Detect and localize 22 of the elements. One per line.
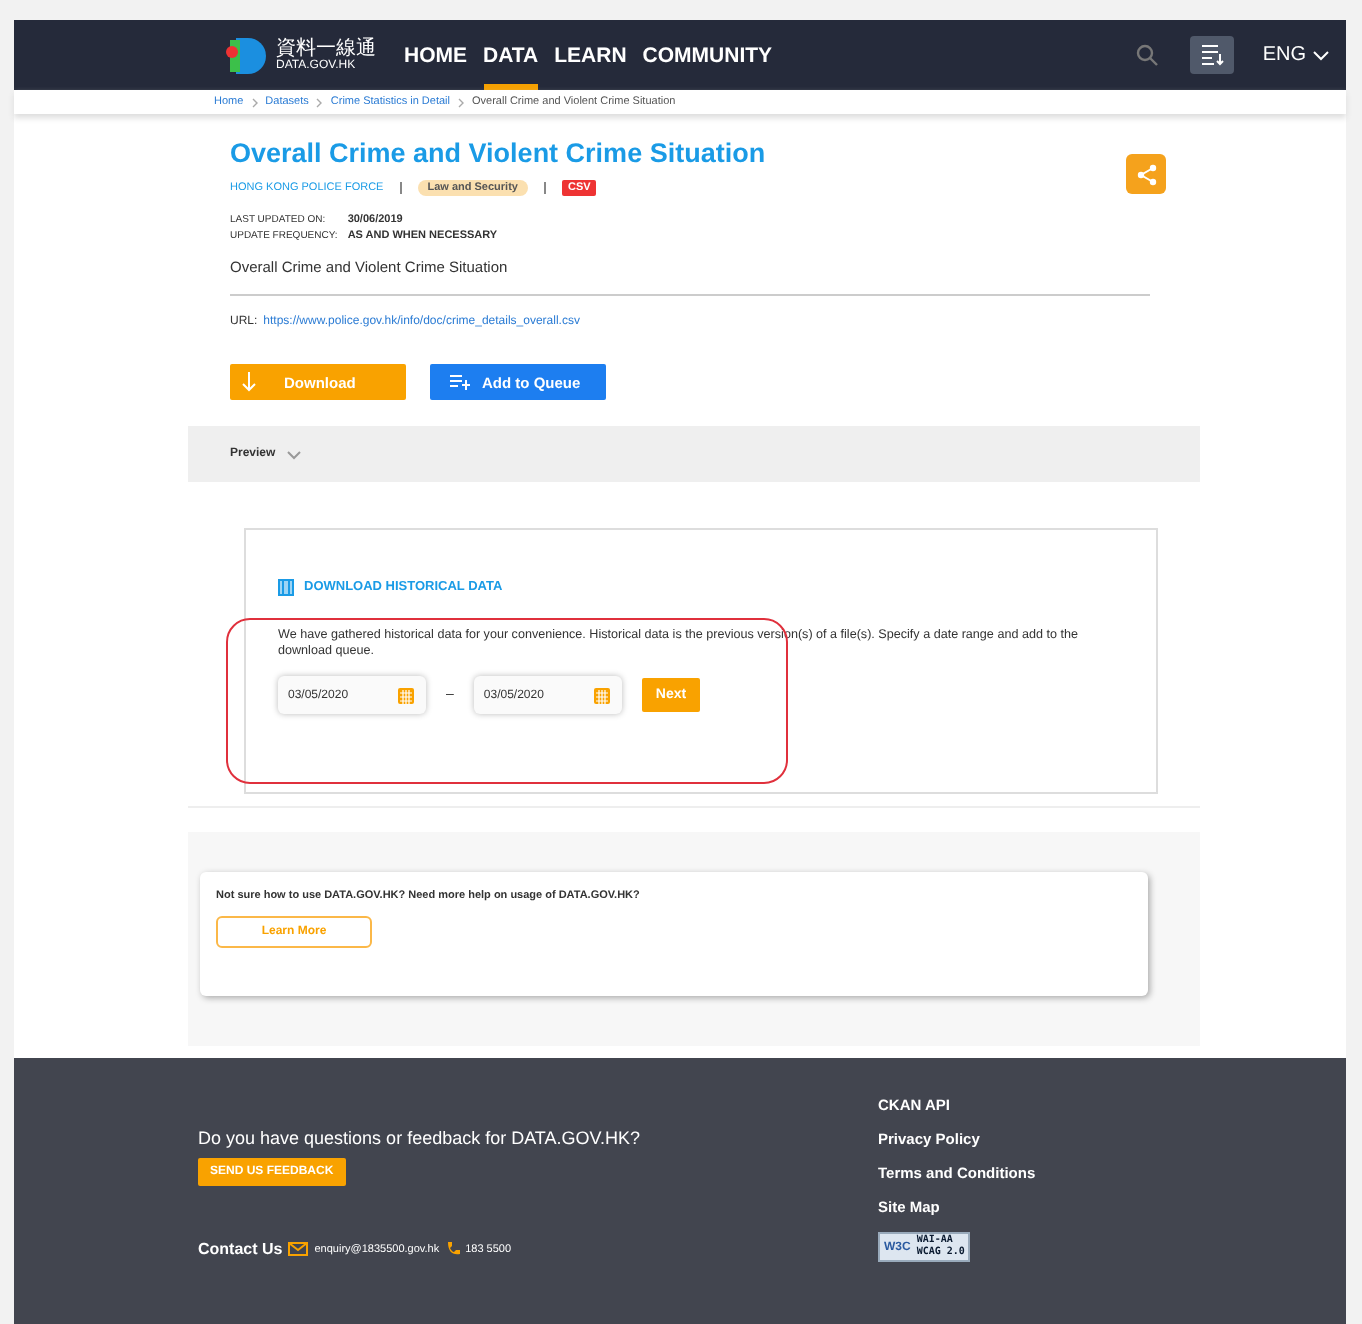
logo-text[interactable]: 資料一線通 (276, 38, 376, 60)
nav-tab[interactable]: LEARN (554, 20, 627, 90)
language-menu[interactable]: ENG (1262, 44, 1330, 66)
download-queue-button[interactable] (1190, 36, 1235, 74)
phone-icon (445, 1242, 460, 1256)
add-to-list-icon[interactable] (450, 374, 470, 390)
chevron-right-icon (251, 97, 258, 107)
download-arrow-icon[interactable] (242, 372, 256, 392)
chevron-right-icon (316, 97, 323, 107)
feedback-question: Do you have questions or feedback for DATA.GOV.HK? (198, 1128, 642, 1148)
search-icon[interactable] (1136, 44, 1159, 66)
list-download-icon[interactable] (1200, 44, 1225, 66)
nav-tab[interactable]: HOME (404, 20, 467, 90)
share-button[interactable] (1126, 154, 1166, 194)
contact-label: Contact Us (198, 1240, 283, 1258)
nav-tab[interactable]: DATA (483, 20, 539, 90)
logo-icon[interactable] (224, 33, 268, 77)
nav-tab[interactable]: COMMUNITY (642, 20, 773, 90)
dataset-title: Overall Crime and Violent Crime Situation (230, 138, 768, 168)
chevron-right-icon (458, 97, 464, 107)
mail-icon (288, 1242, 309, 1256)
share-icon[interactable] (1135, 163, 1157, 185)
